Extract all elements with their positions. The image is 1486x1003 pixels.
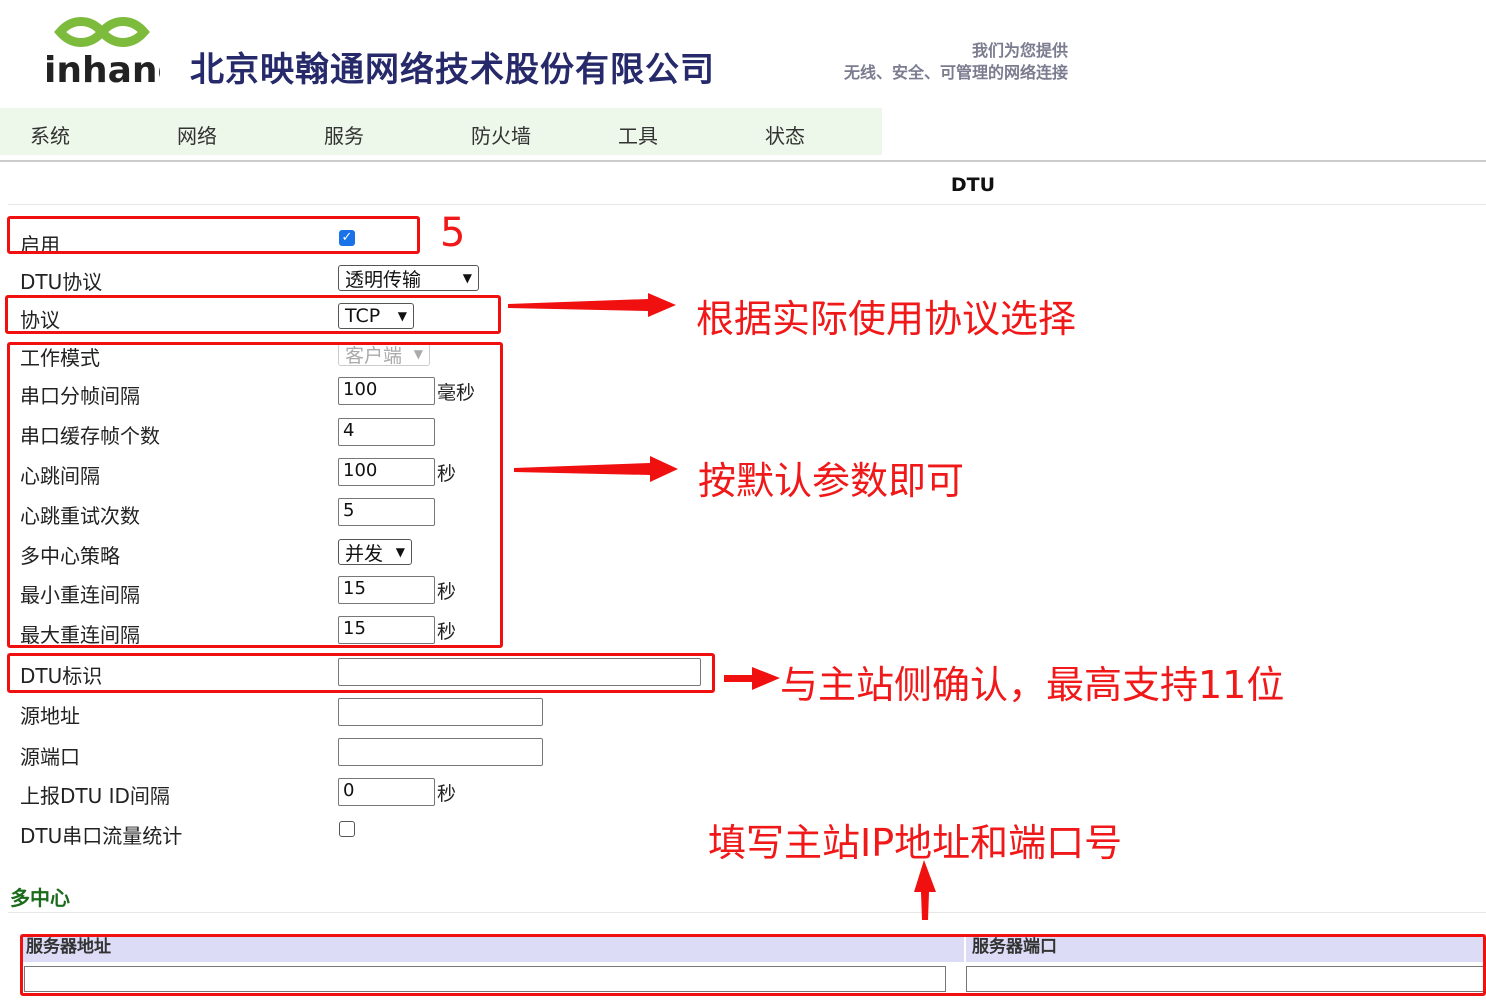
arrow-right-icon <box>724 667 780 690</box>
arrow-right-icon <box>514 456 678 482</box>
arrow-up-icon <box>914 860 936 920</box>
annotation-arrows <box>508 293 936 920</box>
arrow-right-icon <box>508 293 676 317</box>
